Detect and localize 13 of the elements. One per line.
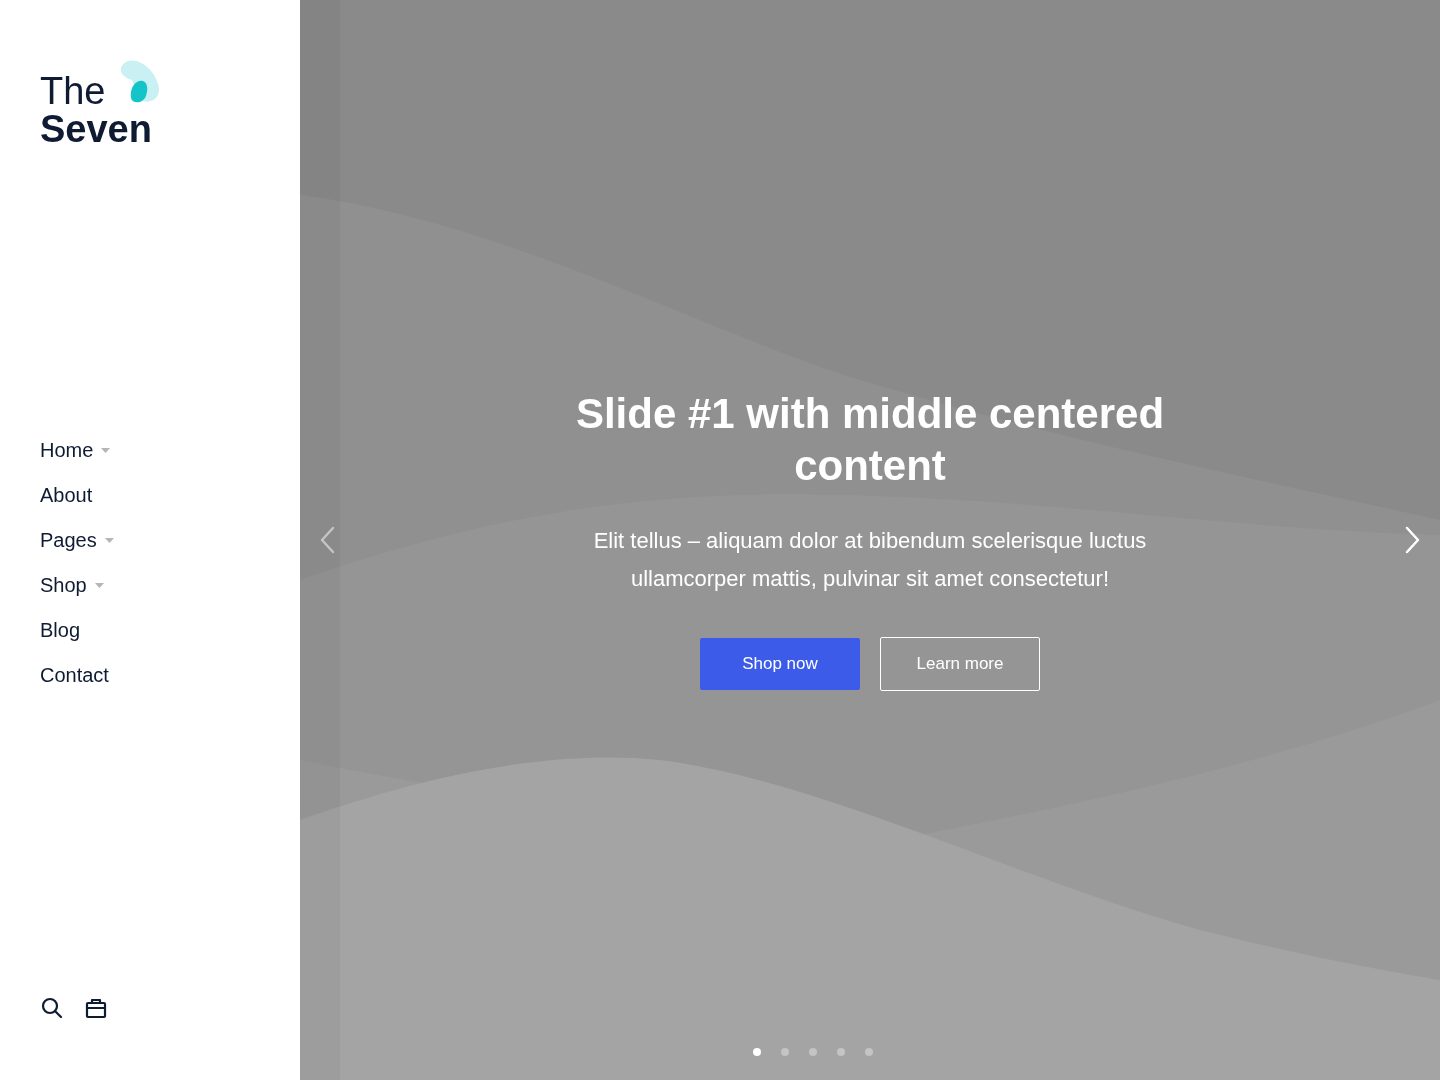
- nav-link[interactable]: Blog: [40, 618, 300, 642]
- nav-link[interactable]: Pages: [40, 528, 300, 552]
- search-icon[interactable]: [40, 996, 64, 1020]
- nav-link[interactable]: About: [40, 483, 300, 507]
- slide-text: Elit tellus – aliquam dolor at bibendum scelerisque luctus ullamcorper mattis, pulvinar sit amet consectetur!: [592, 527, 1148, 593]
- logo-text[interactable]: The: [40, 72, 106, 110]
- shop-button[interactable]: Shop now: [700, 638, 860, 690]
- nav-link[interactable]: Shop: [40, 573, 300, 597]
- logo-text[interactable]: Seven: [40, 110, 152, 148]
- slide-title: Slide #1 with middle centered content: [574, 389, 1166, 491]
- nav-link[interactable]: Home: [40, 438, 300, 462]
- nav-link[interactable]: Contact: [40, 663, 300, 687]
- shopping-bag-icon[interactable]: [84, 996, 108, 1020]
